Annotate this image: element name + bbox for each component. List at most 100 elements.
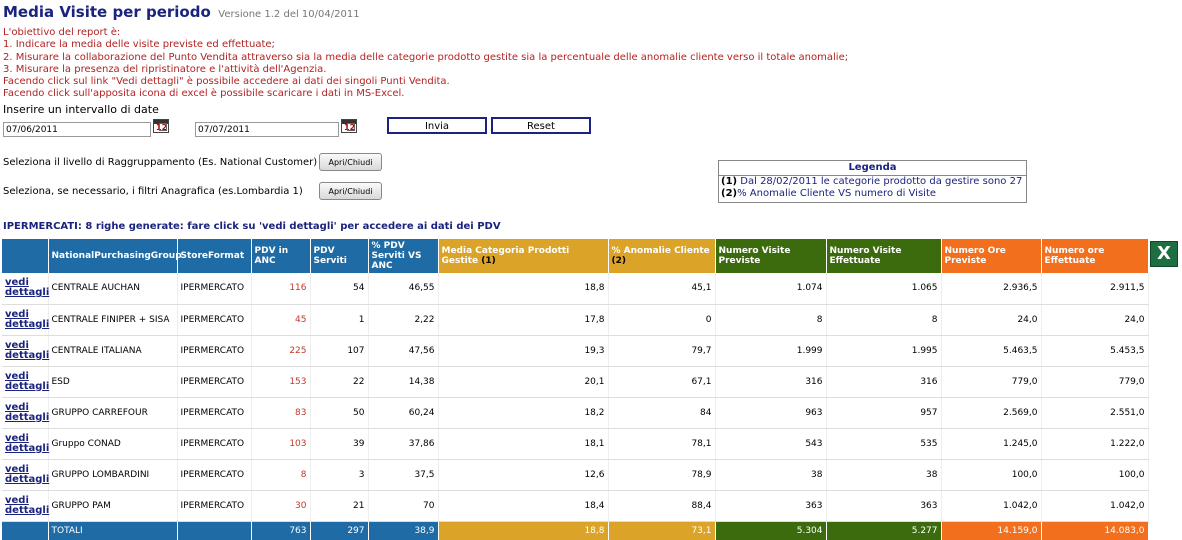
view-details-link[interactable]: vedi dettagli: [5, 433, 49, 454]
table-cell: 79,7: [608, 335, 716, 367]
legend-title: Legenda: [719, 161, 1026, 176]
column-header[interactable]: Numero ore Effettuate: [1041, 239, 1149, 273]
table-cell: 67,1: [608, 366, 716, 398]
page-title: Media Visite per periodo: [3, 3, 211, 21]
table-cell: 37,86: [368, 428, 439, 460]
row-detail-link-cell: vedi dettagli: [2, 397, 49, 429]
total-cell: TOTALI: [48, 521, 178, 540]
reset-button[interactable]: Reset: [491, 117, 591, 134]
column-header-label: Media Categoria Prodotti Gestite: [441, 246, 570, 266]
table-cell: 47,56: [368, 335, 439, 367]
table-cell: 8: [715, 304, 827, 336]
view-details-link[interactable]: vedi dettagli: [5, 340, 49, 361]
column-header[interactable]: StoreFormat: [177, 239, 252, 273]
column-header[interactable]: PDV Serviti: [310, 239, 369, 273]
calendar-icon-grid: [347, 123, 355, 131]
view-details-link[interactable]: vedi dettagli: [5, 464, 49, 485]
table-cell: 2,22: [368, 304, 439, 336]
total-cell: 18,8: [438, 521, 609, 540]
table-cell: 0: [608, 304, 716, 336]
table-cell: 12,6: [438, 459, 609, 491]
table-cell: CENTRALE FINIPER + SISA: [48, 304, 178, 336]
column-header-label: % Anomalie Cliente: [611, 246, 710, 256]
table-cell: 103: [251, 428, 311, 460]
view-details-link[interactable]: vedi dettagli: [5, 402, 49, 423]
table-cell: IPERMERCATO: [177, 273, 252, 305]
total-cell: [177, 521, 252, 540]
table-cell: 153: [251, 366, 311, 398]
column-header[interactable]: Numero Ore Previste: [941, 239, 1042, 273]
column-header[interactable]: Media Categoria Prodotti Gestite (1): [438, 239, 609, 273]
table-cell: 8: [251, 459, 311, 491]
calendar-icon[interactable]: 12: [153, 119, 169, 133]
link-text: dettagli: [5, 442, 50, 454]
table-cell: 963: [715, 397, 827, 429]
row-detail-link-cell: vedi dettagli: [2, 304, 49, 336]
legend-marker: (2): [611, 256, 627, 266]
table-row: vedi dettagli GRUPPO PAM IPERMERCATO 30 21 70 1…: [2, 490, 1149, 522]
grouping-label: Seleziona il livello di Raggruppamento (…: [3, 157, 318, 168]
table-totals-row: TOTALI 763 297 38,9 18,8 73,1 5.304 5.277 14.159…: [2, 521, 1149, 540]
table-cell: 779,0: [1041, 366, 1149, 398]
table-cell: GRUPPO PAM: [48, 490, 178, 522]
intro-line: L'obiettivo del report è:: [3, 27, 121, 38]
legend-box: Legenda (1) Dal 28/02/2011 le categorie …: [718, 160, 1027, 203]
start-date-field[interactable]: [3, 122, 151, 137]
table-cell: 84: [608, 397, 716, 429]
table-cell: 38: [826, 459, 942, 491]
column-header[interactable]: % PDV Serviti VS ANC: [368, 239, 439, 273]
date-range-label: Inserire un intervallo di date: [3, 103, 159, 116]
table-cell: 45,1: [608, 273, 716, 305]
table-cell: 19,3: [438, 335, 609, 367]
table-cell: IPERMERCATO: [177, 397, 252, 429]
table-cell: 1.042,0: [941, 490, 1042, 522]
table-cell: 22: [310, 366, 369, 398]
version-label: Versione 1.2 del 10/04/2011: [218, 9, 360, 20]
table-cell: 45: [251, 304, 311, 336]
column-header[interactable]: Numero Visite Previste: [715, 239, 827, 273]
table-cell: 5.453,5: [1041, 335, 1149, 367]
table-cell: 2.551,0: [1041, 397, 1149, 429]
excel-export-icon[interactable]: X: [1150, 241, 1178, 267]
table-cell: IPERMERCATO: [177, 428, 252, 460]
row-detail-link-cell: vedi dettagli: [2, 335, 49, 367]
column-header[interactable]: % Anomalie Cliente (2): [608, 239, 716, 273]
view-details-link[interactable]: vedi dettagli: [5, 277, 49, 298]
legend-item-number: (1): [721, 176, 738, 187]
table-cell: 100,0: [1041, 459, 1149, 491]
legend-item-text: Dal 28/02/2011 le categorie prodotto da …: [737, 176, 1023, 187]
table-row: vedi dettagli GRUPPO CARREFOUR IPERMERCATO 8…: [2, 397, 1149, 429]
table-cell: 20,1: [438, 366, 609, 398]
table-cell: 78,9: [608, 459, 716, 491]
link-text: dettagli: [5, 318, 50, 330]
table-cell: 1.074: [715, 273, 827, 305]
end-date-field[interactable]: [195, 122, 339, 137]
table-cell: 2.569,0: [941, 397, 1042, 429]
intro-line: 1. Indicare la media delle visite previs…: [3, 39, 275, 51]
view-details-link[interactable]: vedi dettagli: [5, 495, 49, 516]
table-cell: 957: [826, 397, 942, 429]
column-header[interactable]: Numero Visite Effettuate: [826, 239, 942, 273]
table-row: vedi dettagli GRUPPO LOMBARDINI IPERMERCATO…: [2, 459, 1149, 491]
intro-line: 2. Misurare la collaborazione del Punto …: [3, 51, 849, 63]
column-header[interactable]: PDV in ANC: [251, 239, 311, 273]
anagrafica-label: Seleziona, se necessario, i filtri Anagr…: [3, 186, 303, 197]
table-cell: 1: [310, 304, 369, 336]
table-cell: 14,38: [368, 366, 439, 398]
send-button[interactable]: Invia: [387, 117, 487, 134]
link-text: dettagli: [5, 349, 50, 361]
report-description: L'obiettivo del report è: 1. Indicare la…: [3, 27, 848, 101]
results-table: NationalPurchasingGroup StoreFormat PDV …: [2, 239, 1149, 540]
table-cell: 535: [826, 428, 942, 460]
calendar-icon[interactable]: 12: [341, 119, 357, 133]
link-text: dettagli: [5, 411, 50, 423]
view-details-link[interactable]: vedi dettagli: [5, 371, 49, 392]
grouping-toggle-button[interactable]: Apri/Chiudi: [319, 153, 382, 171]
calendar-icon-grid: [159, 123, 167, 131]
anagrafica-toggle-button[interactable]: Apri/Chiudi: [319, 182, 382, 200]
row-detail-link-cell: vedi dettagli: [2, 366, 49, 398]
total-cell: 297: [310, 521, 369, 540]
view-details-link[interactable]: vedi dettagli: [5, 309, 49, 330]
column-header[interactable]: NationalPurchasingGroup: [48, 239, 182, 273]
link-text: dettagli: [5, 473, 50, 485]
